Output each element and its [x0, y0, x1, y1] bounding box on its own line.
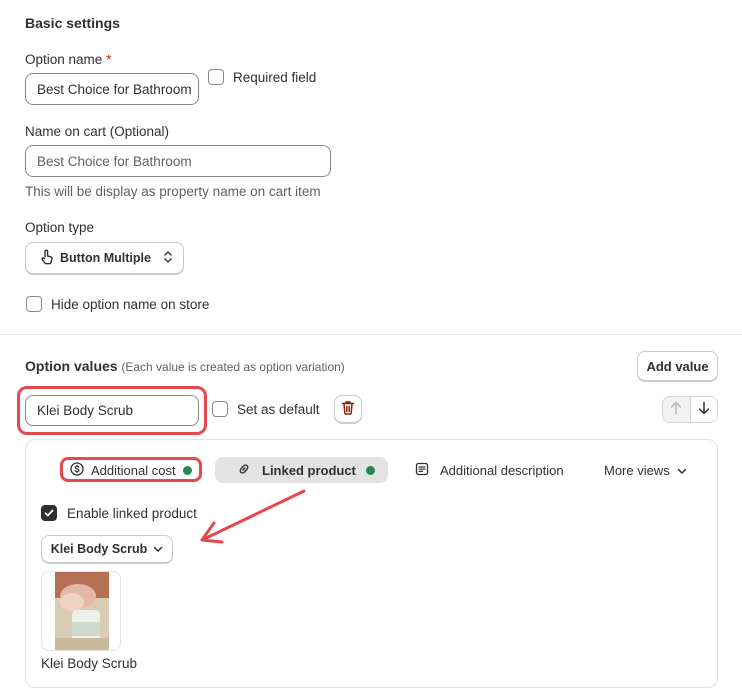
option-values-subtitle: (Each value is created as option variati…: [121, 360, 345, 374]
option-type-label: Option type: [25, 220, 95, 235]
option-type-value: Button Multiple: [60, 251, 151, 265]
section-title-option-values: Option values: [25, 358, 118, 374]
linked-product-status-dot: [365, 465, 375, 475]
chevron-down-icon: [153, 542, 163, 556]
name-on-cart-input[interactable]: Best Choice for Bathroom: [25, 145, 331, 177]
enable-linked-product-checkbox[interactable]: [41, 505, 57, 521]
required-field-checkbox[interactable]: [208, 69, 224, 85]
tab-additional-description-label: Additional description: [440, 462, 564, 478]
add-value-button[interactable]: Add value: [637, 351, 718, 381]
name-on-cart-label: Name on cart (Optional): [25, 124, 170, 139]
tab-linked-product[interactable]: Linked product: [215, 457, 388, 483]
checkmark-icon: [44, 509, 54, 517]
linked-product-select-value: Klei Body Scrub: [50, 542, 148, 556]
hand-pointer-icon: [40, 249, 54, 268]
option-name-input[interactable]: Best Choice for Bathroom: [25, 73, 199, 105]
section-title-basic-settings: Basic settings: [25, 15, 120, 31]
tab-more-views-label: More views: [604, 462, 670, 478]
set-default-checkbox[interactable]: [212, 401, 228, 417]
trash-icon: [341, 400, 355, 418]
tab-additional-description[interactable]: Additional description: [415, 457, 564, 483]
move-down-button[interactable]: [689, 397, 717, 422]
move-up-button[interactable]: [663, 397, 690, 422]
chevron-down-icon: [677, 463, 687, 478]
text-block-icon: [415, 462, 429, 479]
tab-linked-product-label: Linked product: [262, 462, 356, 478]
name-on-cart-help-text: This will be display as property name on…: [25, 184, 321, 199]
enable-linked-product-label: Enable linked product: [67, 506, 197, 521]
linked-product-caption: Klei Body Scrub: [41, 656, 138, 671]
option-value-input[interactable]: Klei Body Scrub: [25, 395, 199, 426]
linked-product-thumbnail[interactable]: [41, 571, 121, 651]
linked-product-select[interactable]: Klei Body Scrub: [41, 535, 173, 563]
option-values-header: Option values (Each value is created as …: [25, 358, 345, 374]
option-name-label: Option name *: [25, 52, 111, 67]
select-caret-icon: [163, 250, 173, 267]
annotation-arrow-icon: [200, 489, 306, 544]
required-asterisk: *: [106, 52, 112, 67]
option-type-select[interactable]: Button Multiple: [25, 242, 184, 274]
delete-value-button[interactable]: [334, 395, 362, 423]
required-field-label: Required field: [233, 70, 317, 85]
tab-more-views[interactable]: More views: [604, 457, 687, 483]
arrow-down-icon: [698, 401, 710, 418]
option-name-label-text: Option name: [25, 52, 103, 67]
tab-additional-cost[interactable]: Additional cost: [70, 457, 192, 483]
link-icon: [237, 462, 251, 479]
tab-additional-cost-label: Additional cost: [91, 462, 176, 478]
hide-option-name-checkbox[interactable]: [26, 296, 42, 312]
additional-cost-status-dot: [182, 465, 192, 475]
set-default-label: Set as default: [237, 402, 320, 417]
section-divider: [0, 334, 742, 335]
hide-option-name-label: Hide option name on store: [51, 297, 210, 312]
arrow-up-icon: [670, 401, 682, 418]
product-image: [55, 572, 109, 650]
reorder-buttons: [662, 396, 718, 423]
dollar-circle-icon: [70, 461, 84, 479]
